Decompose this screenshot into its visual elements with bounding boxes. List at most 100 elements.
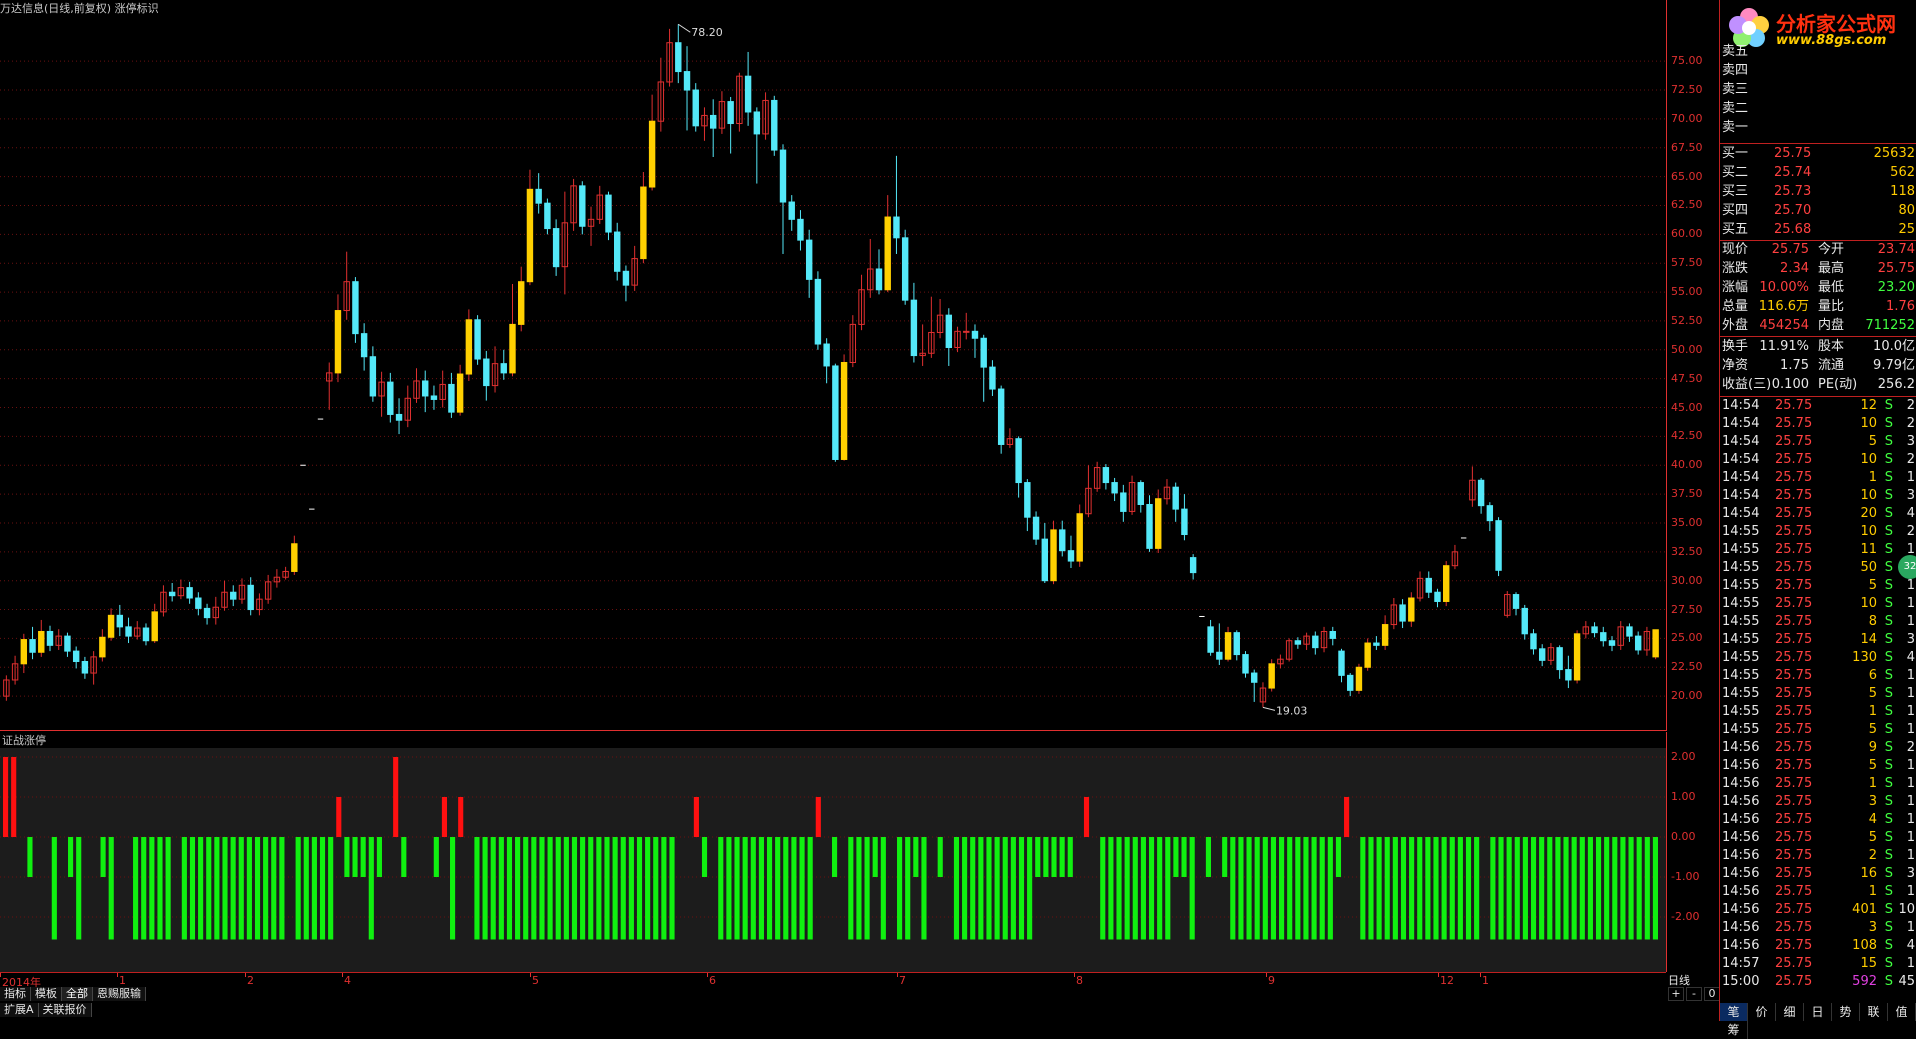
quote-label: 内盘 (1818, 318, 1845, 333)
indicator-bar (628, 837, 634, 940)
candle (1242, 651, 1249, 678)
candle (1512, 592, 1520, 616)
tick-time: 14:56 (1722, 866, 1760, 881)
candle-body (1443, 565, 1450, 602)
price-tick-label: 25.00 (1671, 631, 1703, 645)
indicator-tab[interactable]: 模板 (31, 987, 62, 1001)
price-tick-label: 65.00 (1671, 169, 1703, 183)
month-tick (0, 973, 1, 977)
floating-badge[interactable]: 32 (1898, 555, 1916, 579)
month-label: 1 (1482, 974, 1489, 987)
candle-body (20, 639, 28, 665)
tick-row: 14:56 25.75 2 S 1 (1720, 847, 1916, 865)
panel-tab[interactable]: 值 (1888, 1003, 1916, 1021)
tick-row: 14:56 25.75 1 S 1 (1720, 883, 1916, 901)
panel-tab[interactable]: 筹 (1720, 1021, 1748, 1039)
indicator-bar (970, 837, 976, 940)
candle-body (771, 99, 778, 151)
candle (1416, 571, 1424, 602)
indicator-bar (775, 837, 781, 940)
panel-tab[interactable]: 笔 (1720, 1003, 1748, 1021)
zoom-button[interactable]: - (1686, 987, 1702, 1001)
buy-level-label: 买四 (1722, 203, 1749, 218)
candle (989, 360, 996, 396)
tick-side: S (1884, 956, 1893, 971)
panel-tab[interactable]: 势 (1832, 1003, 1860, 1021)
tick-side: S (1884, 452, 1893, 467)
candle-body (500, 363, 507, 374)
candle (404, 385, 411, 428)
buy-level-price: 25.74 (1774, 165, 1812, 180)
fundamental-label: 股本 (1818, 339, 1845, 354)
indicator-tab[interactable]: 全部 (62, 987, 93, 1001)
indicator-bar (149, 837, 155, 940)
indicator-bar (498, 837, 504, 940)
candle (474, 315, 481, 365)
tick-price: 25.75 (1775, 398, 1813, 413)
quote-panel: 分析家公式网 www.88gs.com 卖五 卖四 卖三 卖二 卖一 买一 25.75 256… (1719, 0, 1916, 1039)
candle-body (683, 71, 691, 91)
candle-body (1355, 666, 1363, 691)
candle-body (1591, 626, 1598, 634)
candle-body (579, 185, 586, 227)
fundamental-label: 换手 (1722, 339, 1749, 354)
indicator-bar (3, 757, 9, 837)
indicator-bar (1652, 837, 1658, 940)
tick-count: 2 (1906, 524, 1915, 539)
candle (230, 585, 237, 607)
candle (247, 577, 254, 616)
extension-tab[interactable]: 扩展A (0, 1003, 39, 1017)
panel-tab[interactable]: 价 (1748, 1003, 1776, 1021)
candle (910, 282, 918, 363)
candle (509, 283, 516, 377)
tick-price: 25.75 (1775, 560, 1813, 575)
candle-body (1434, 591, 1441, 602)
indicator-bar (1449, 837, 1455, 940)
indicator-bar (1067, 837, 1073, 877)
indicator-bar (181, 837, 187, 940)
sell-level-label: 卖四 (1722, 63, 1749, 78)
candle (535, 173, 542, 214)
indicator-chart[interactable] (0, 732, 1667, 972)
candle (692, 83, 699, 132)
panel-tab[interactable]: 联 (1860, 1003, 1888, 1021)
candle (832, 363, 839, 462)
indicator-tab[interactable]: 指标 (0, 987, 31, 1001)
candle-body (1556, 647, 1563, 671)
indicator-bar (76, 837, 82, 940)
candle-body (823, 343, 830, 367)
panel-tab[interactable]: 日 (1804, 1003, 1832, 1021)
fundamental-label: 流通 (1818, 358, 1845, 373)
tick-price: 25.75 (1775, 866, 1813, 881)
candle (901, 229, 909, 305)
candle (971, 324, 979, 358)
month-tick (1438, 973, 1439, 977)
candle-body (1538, 648, 1546, 661)
indicator-bar (986, 837, 992, 940)
tick-price: 25.75 (1775, 938, 1813, 953)
tick-time: 14:54 (1722, 452, 1760, 467)
indicator-bar (1409, 837, 1415, 940)
candle (701, 107, 708, 141)
low-marker-line (1262, 706, 1276, 711)
zoom-button[interactable]: + (1668, 987, 1684, 1001)
indicator-bar (1043, 837, 1049, 877)
candle-body (369, 356, 377, 397)
indicator-bar (864, 837, 870, 940)
indicator-bar (1246, 837, 1252, 940)
indicator-bar (27, 837, 33, 877)
extension-tab[interactable]: 关联报价 (38, 1003, 92, 1017)
tick-count: 10 (1898, 902, 1915, 917)
candle (29, 626, 36, 660)
tick-side: S (1884, 614, 1893, 629)
indicator-tab[interactable]: 恩赐服输 (93, 987, 146, 1001)
panel-tab[interactable]: 细 (1776, 1003, 1804, 1021)
tick-price: 25.75 (1775, 848, 1813, 863)
tick-row: 14:56 25.75 5 S 1 (1720, 757, 1916, 775)
zoom-button[interactable]: 0 (1704, 987, 1720, 1001)
period-label[interactable]: 日线 (1668, 972, 1690, 988)
tick-side: S (1884, 938, 1893, 953)
fundamental-value: 1.75 (1780, 358, 1809, 373)
price-chart[interactable]: 78.20 19.03 (0, 0, 1667, 731)
candle (203, 603, 211, 625)
